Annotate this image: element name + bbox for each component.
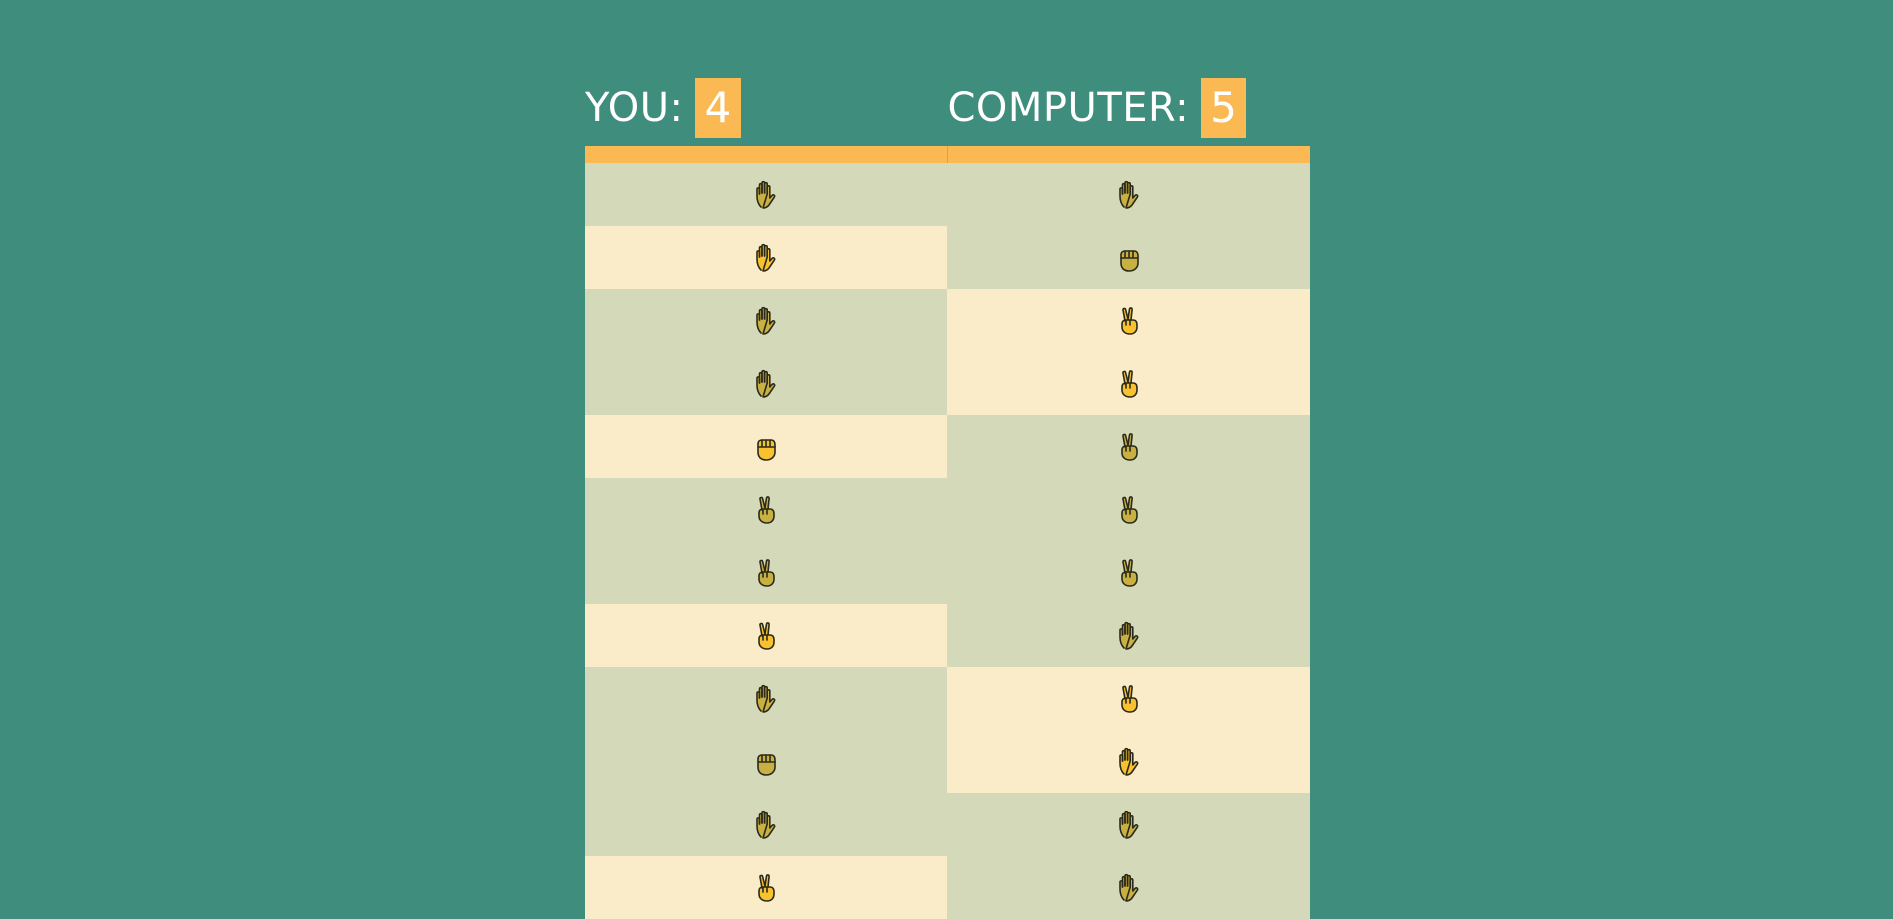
player-score: 4 [695,78,741,138]
paper-hand-icon [756,684,776,713]
computer-move-cell [947,352,1310,415]
paper-hand-icon [1118,747,1138,776]
rock-fist-icon [757,753,776,776]
scissors-hand-icon [1120,432,1138,461]
computer-move-cell [947,856,1310,919]
player-move-cell [585,226,947,289]
scissors-hand-icon [758,495,775,524]
computer-move-cell [947,163,1310,226]
player-moves-column [585,163,947,919]
player-label: YOU: [585,85,684,131]
paper-hand-icon [756,306,776,335]
computer-label: COMPUTER: [947,85,1190,131]
player-move-cell [585,541,947,604]
scissors-hand-icon [1120,495,1138,524]
computer-column-header [948,146,1310,163]
paper-hand-icon [756,369,776,398]
scissors-hand-icon [1120,558,1138,587]
scissors-hand-icon [1120,369,1138,398]
paper-hand-icon [1118,810,1138,839]
paper-hand-icon [1118,180,1138,209]
computer-moves-column [947,163,1310,919]
scissors-hand-icon [1120,684,1138,713]
computer-move-cell [947,478,1310,541]
paper-hand-icon [1118,621,1138,650]
computer-score-block: COMPUTER: 5 [948,78,1311,138]
player-move-cell [585,289,947,352]
player-move-cell [585,604,947,667]
computer-move-cell [947,730,1310,793]
player-move-cell [585,730,947,793]
paper-hand-icon [756,180,776,209]
player-move-cell [585,352,947,415]
history-header-bar [585,146,1310,163]
round-history [585,163,1310,919]
scissors-hand-icon [758,873,775,902]
scissors-hand-icon [1120,306,1138,335]
computer-move-cell [947,226,1310,289]
computer-move-cell [947,793,1310,856]
rock-fist-icon [757,438,776,461]
player-score-block: YOU: 4 [585,78,948,138]
computer-move-cell [947,541,1310,604]
player-move-cell [585,163,947,226]
computer-move-cell [947,289,1310,352]
paper-hand-icon [756,810,776,839]
player-move-cell [585,478,947,541]
computer-move-cell [947,604,1310,667]
computer-move-cell [947,667,1310,730]
computer-score: 5 [1201,78,1247,138]
paper-hand-icon [1118,873,1138,902]
player-move-cell [585,856,947,919]
scissors-hand-icon [758,621,775,650]
player-move-cell [585,667,947,730]
player-move-cell [585,415,947,478]
paper-hand-icon [756,243,776,272]
computer-move-cell [947,415,1310,478]
game-board: YOU: 4 COMPUTER: 5 [585,78,1310,919]
rock-fist-icon [1119,249,1139,272]
scoreboard: YOU: 4 COMPUTER: 5 [585,78,1310,138]
player-column-header [585,146,947,163]
scissors-hand-icon [758,558,775,587]
player-move-cell [585,793,947,856]
